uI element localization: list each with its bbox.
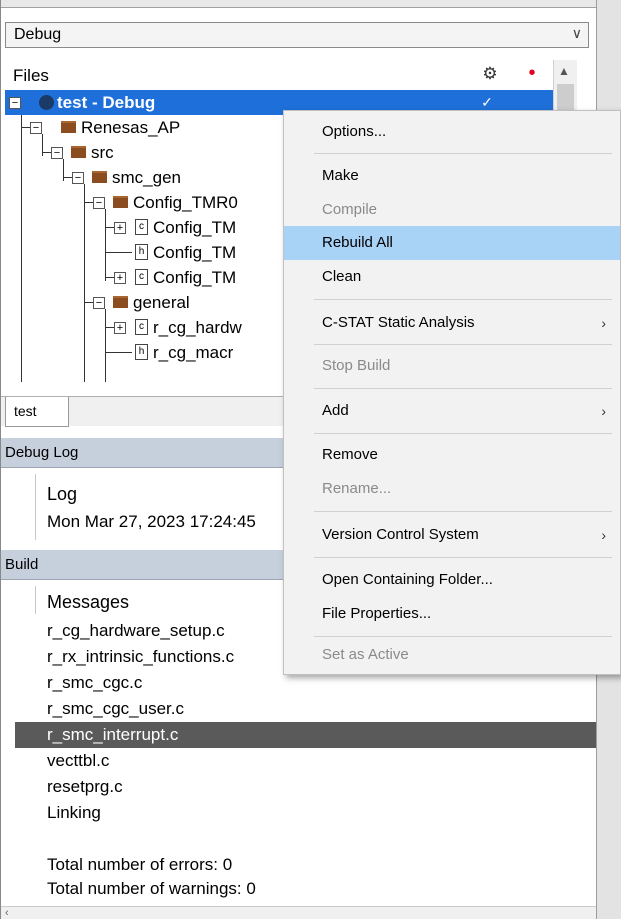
menu-separator xyxy=(314,557,612,558)
menu-item-version-control[interactable]: Version Control System › xyxy=(284,518,620,552)
h-file-icon: h xyxy=(135,244,148,260)
menu-item-label: Add xyxy=(322,402,349,419)
c-file-icon: c xyxy=(135,269,148,285)
menu-item-label: Remove xyxy=(322,446,378,463)
h-file-icon: h xyxy=(135,344,148,360)
configuration-value: Debug xyxy=(14,26,62,43)
collapse-icon[interactable]: − xyxy=(51,147,63,159)
column-divider xyxy=(35,474,36,540)
menu-separator xyxy=(314,511,612,512)
build-message[interactable]: Linking xyxy=(47,800,101,826)
menu-item-label: Version Control System xyxy=(322,526,479,543)
tree-item-label: Renesas_AP xyxy=(81,118,181,137)
folder-icon xyxy=(92,171,107,183)
log-entry[interactable]: Mon Mar 27, 2023 17:24:45 xyxy=(47,512,256,532)
tree-item-label: test - Debug xyxy=(57,93,156,112)
menu-item-add[interactable]: Add › xyxy=(284,394,620,428)
menu-item-compile[interactable]: Compile xyxy=(284,193,620,227)
expand-icon[interactable]: + xyxy=(114,322,126,334)
menu-item-rename[interactable]: Rename... xyxy=(284,472,620,506)
project-icon xyxy=(39,95,54,110)
collapse-icon[interactable]: − xyxy=(72,172,84,184)
submenu-arrow-icon: › xyxy=(601,315,606,331)
log-column-header[interactable]: Log xyxy=(47,484,77,505)
build-message[interactable]: r_cg_hardware_setup.c xyxy=(47,618,225,644)
menu-separator xyxy=(314,388,612,389)
menu-item-label: Make xyxy=(322,167,359,184)
menu-item-label: Clean xyxy=(322,268,362,285)
menu-item-clean[interactable]: Clean xyxy=(284,260,620,294)
collapse-icon[interactable]: − xyxy=(93,197,105,209)
menu-item-stop-build[interactable]: Stop Build xyxy=(284,349,620,383)
menu-item-label: Set as Active xyxy=(322,646,409,663)
menu-item-label: Rename... xyxy=(322,480,392,497)
submenu-arrow-icon: › xyxy=(601,403,606,419)
c-file-icon: c xyxy=(135,319,148,335)
tree-item-label: r_cg_hardw xyxy=(153,318,242,337)
menu-item-file-properties[interactable]: File Properties... xyxy=(284,597,620,631)
folder-icon xyxy=(71,146,86,158)
build-message[interactable]: r_rx_intrinsic_functions.c xyxy=(47,644,234,670)
menu-item-label: C-STAT Static Analysis xyxy=(322,314,475,331)
menu-separator xyxy=(314,299,612,300)
menu-item-label: Open Containing Folder... xyxy=(322,571,493,588)
collapse-icon[interactable]: − xyxy=(30,122,42,134)
menu-item-rebuild-all[interactable]: Rebuild All xyxy=(284,226,620,260)
build-message[interactable]: r_smc_cgc.c xyxy=(47,670,142,696)
breakpoint-dot-icon: • xyxy=(528,62,536,84)
scroll-up-icon[interactable]: ▲ xyxy=(558,64,570,78)
menu-item-options[interactable]: Options... xyxy=(284,115,620,149)
menu-item-cstat[interactable]: C-STAT Static Analysis › xyxy=(284,306,620,340)
menu-separator xyxy=(314,344,612,345)
files-label: Files xyxy=(13,66,49,85)
menu-item-label: File Properties... xyxy=(322,605,432,622)
build-message-selected[interactable]: r_smc_interrupt.c xyxy=(47,722,178,748)
menu-item-label: Options... xyxy=(322,123,387,140)
build-message[interactable]: vecttbl.c xyxy=(47,748,109,774)
tree-item-label: Config_TM xyxy=(153,243,237,262)
configuration-dropdown[interactable]: Debug ∨ xyxy=(5,22,589,48)
files-column-header: Files ⚙ • xyxy=(5,60,553,90)
build-message[interactable]: resetprg.c xyxy=(47,774,123,800)
menu-item-open-folder[interactable]: Open Containing Folder... xyxy=(284,563,620,597)
menu-item-remove[interactable]: Remove xyxy=(284,438,620,472)
folder-icon xyxy=(61,121,76,133)
context-menu: Options... Make Compile Rebuild All Clea… xyxy=(283,110,621,675)
menu-item-set-active[interactable]: Set as Active xyxy=(284,638,620,672)
c-file-icon: c xyxy=(135,219,148,235)
tree-item-label: Config_TMR0 xyxy=(133,193,238,212)
tree-item-label: smc_gen xyxy=(112,168,181,187)
build-message[interactable]: Total number of warnings: 0 xyxy=(47,876,256,902)
menu-separator xyxy=(314,636,612,637)
tab-test[interactable]: test xyxy=(5,397,69,427)
tree-item-label: Config_TM xyxy=(153,268,237,287)
panel-top-edge xyxy=(1,0,597,8)
folder-icon xyxy=(113,196,128,208)
submenu-arrow-icon: › xyxy=(601,527,606,543)
column-divider xyxy=(35,586,36,614)
collapse-icon[interactable]: − xyxy=(93,297,105,309)
menu-separator xyxy=(314,153,612,154)
menu-separator xyxy=(314,433,612,434)
folder-icon xyxy=(113,296,128,308)
menu-item-make[interactable]: Make xyxy=(284,159,620,193)
expand-icon[interactable]: + xyxy=(114,222,126,234)
tree-item-label: Config_TM xyxy=(153,218,237,237)
tree-item-label: general xyxy=(133,293,190,312)
horizontal-scrollbar[interactable]: ‹ xyxy=(1,906,597,919)
build-message[interactable]: Total number of errors: 0 xyxy=(47,852,232,878)
gear-icon: ⚙ xyxy=(482,64,498,83)
tree-item-label: r_cg_macr xyxy=(153,343,234,362)
messages-column-header[interactable]: Messages xyxy=(47,592,129,613)
menu-item-label: Rebuild All xyxy=(322,234,393,251)
tree-item-label: src xyxy=(91,143,114,162)
menu-item-label: Compile xyxy=(322,201,378,218)
menu-item-label: Stop Build xyxy=(322,357,391,374)
build-message[interactable]: r_smc_cgc_user.c xyxy=(47,696,184,722)
expand-icon[interactable]: + xyxy=(114,272,126,284)
collapse-icon[interactable]: − xyxy=(9,97,21,109)
chevron-down-icon[interactable]: ∨ xyxy=(572,25,582,42)
